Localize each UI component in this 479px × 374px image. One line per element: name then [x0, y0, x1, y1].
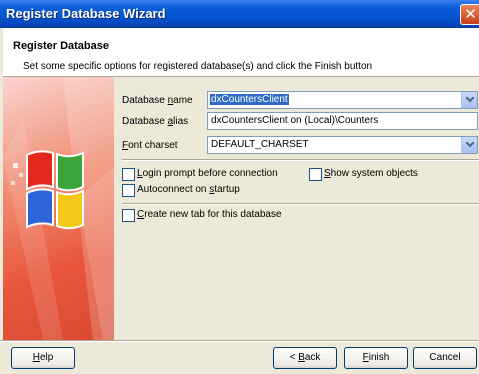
autoconnect-label: Autoconnect on startup [137, 184, 240, 195]
database-name-dropdown-button[interactable] [461, 92, 477, 108]
database-alias-input[interactable]: dxCountersClient on (Local)\Counters [207, 112, 478, 130]
banner-artwork [3, 77, 114, 340]
show-system-objects-label: Show system objects [324, 168, 418, 179]
close-icon: ✕ [464, 5, 477, 23]
finish-button[interactable]: Finish [344, 347, 408, 369]
database-name-label: Database name [122, 95, 193, 106]
database-alias-value: dxCountersClient on (Local)\Counters [211, 115, 379, 126]
wizard-header: Register Database Set some specific opti… [3, 28, 479, 77]
create-tab-label: Create new tab for this database [137, 209, 282, 220]
login-prompt-checkbox[interactable] [122, 168, 135, 181]
login-prompt-label: Login prompt before connection [137, 168, 278, 179]
page-subtitle: Set some specific options for registered… [23, 61, 373, 72]
font-charset-label: Font charset [122, 140, 178, 151]
font-charset-select[interactable]: DEFAULT_CHARSET [207, 136, 478, 154]
chevron-down-icon [466, 97, 474, 103]
help-button[interactable]: Help [11, 347, 75, 369]
show-system-objects-checkbox[interactable] [309, 168, 322, 181]
wizard-side-banner [3, 77, 114, 340]
divider [122, 203, 479, 205]
title-bar: Register Database Wizard ✕ [0, 0, 479, 28]
cancel-button[interactable]: Cancel [413, 347, 477, 369]
font-charset-value: DEFAULT_CHARSET [211, 139, 309, 150]
database-name-value: dxCountersClient [210, 94, 289, 105]
font-charset-dropdown-button[interactable] [461, 137, 477, 153]
close-button[interactable]: ✕ [460, 4, 479, 25]
database-name-combo[interactable]: dxCountersClient [207, 91, 478, 109]
autoconnect-checkbox[interactable] [122, 184, 135, 197]
back-button[interactable]: < Back [273, 347, 337, 369]
window-title: Register Database Wizard [6, 6, 166, 21]
page-title: Register Database [13, 40, 109, 52]
database-alias-label: Database alias [122, 116, 189, 127]
footer-divider [0, 340, 479, 342]
create-tab-checkbox[interactable] [122, 209, 135, 222]
chevron-down-icon [466, 142, 474, 148]
divider [122, 159, 479, 161]
